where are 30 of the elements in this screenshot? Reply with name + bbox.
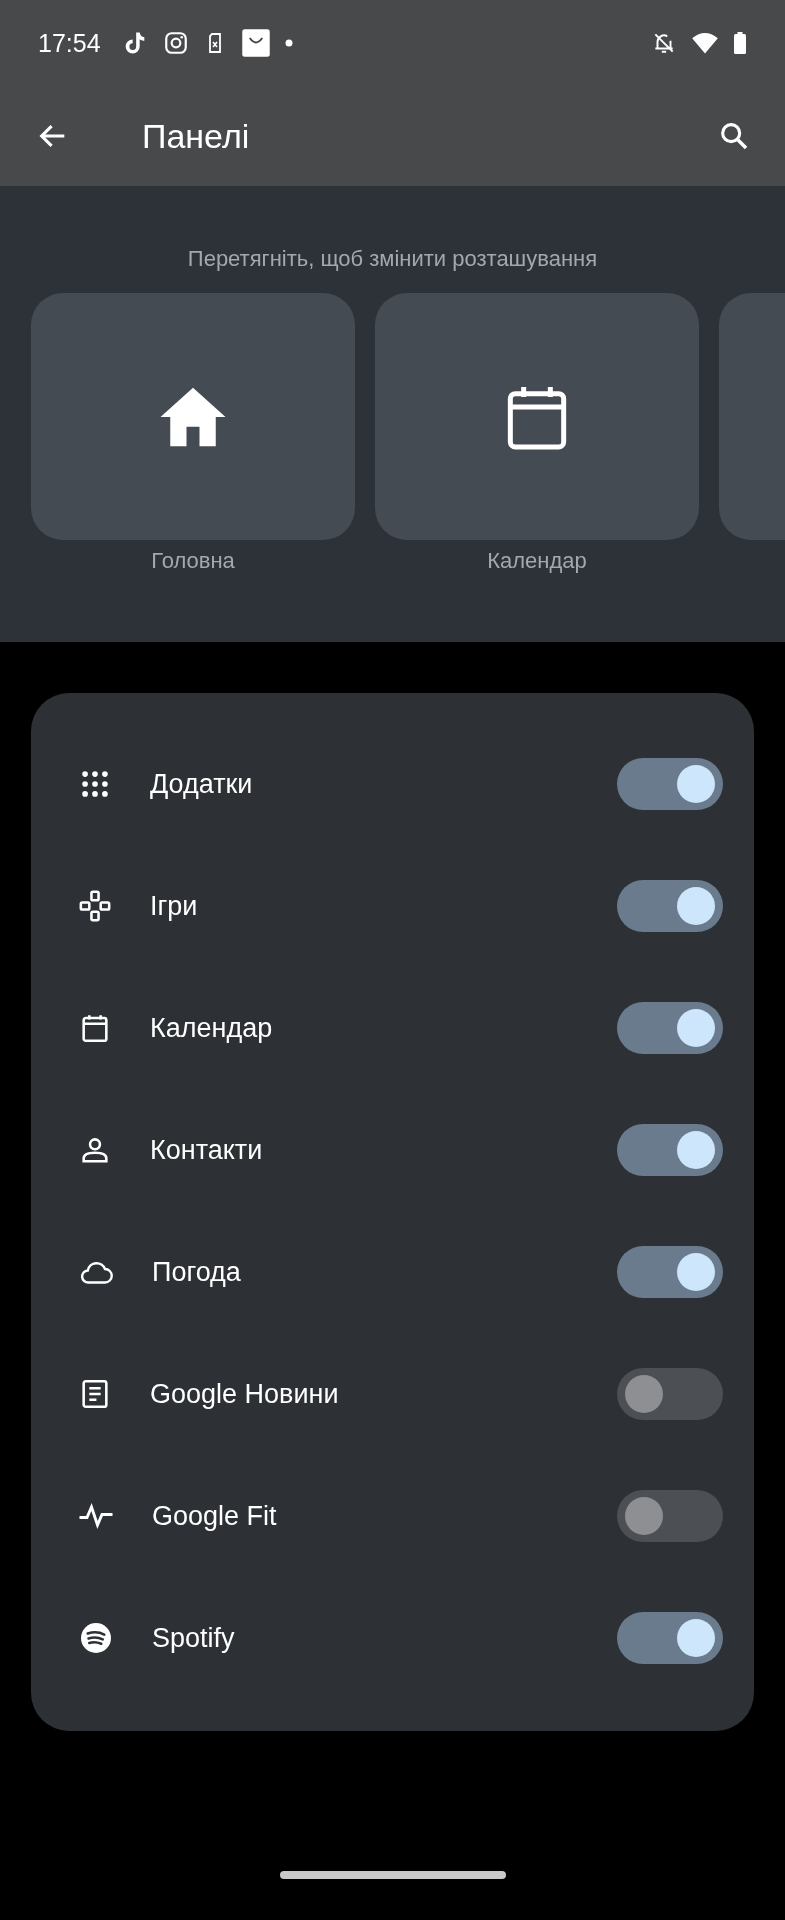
status-time: 17:54: [38, 28, 101, 58]
tile-label: Головна: [151, 548, 235, 574]
panel-tile[interactable]: [31, 293, 355, 540]
panel-name: Spotify: [152, 1622, 235, 1654]
toggle-switch[interactable]: [617, 1246, 723, 1298]
toggle-switch[interactable]: [617, 758, 723, 810]
toggle-switch[interactable]: [617, 1368, 723, 1420]
tile-label: Календар: [487, 548, 587, 574]
shopping-bag-icon: [240, 28, 271, 58]
drag-hint-text: Перетягніть, щоб змінити розташування: [186, 245, 599, 273]
panel-name: Додатки: [150, 768, 253, 800]
page-title: Панелі: [142, 116, 250, 156]
gamepad-icon: [78, 889, 112, 923]
panel-tile[interactable]: [719, 293, 785, 540]
camera-icon: [162, 30, 189, 56]
notification-dot-icon: [284, 39, 293, 47]
panel-tile[interactable]: [375, 293, 699, 540]
panel-name: Google Новини: [150, 1378, 339, 1410]
panel-name: Ігри: [150, 890, 198, 922]
toggle-switch[interactable]: [617, 1002, 723, 1054]
battery-icon: [733, 29, 747, 57]
spotify-icon: [78, 1620, 114, 1656]
toggle-switch[interactable]: [617, 1490, 723, 1542]
panel-name: Контакти: [150, 1134, 263, 1166]
toggle-switch[interactable]: [617, 1612, 723, 1664]
panel-name: Google Fit: [152, 1500, 277, 1532]
panel-name: Календар: [150, 1012, 273, 1044]
toggle-switch[interactable]: [617, 1124, 723, 1176]
panel-name: Погода: [152, 1256, 241, 1288]
toggle-switch[interactable]: [617, 880, 723, 932]
